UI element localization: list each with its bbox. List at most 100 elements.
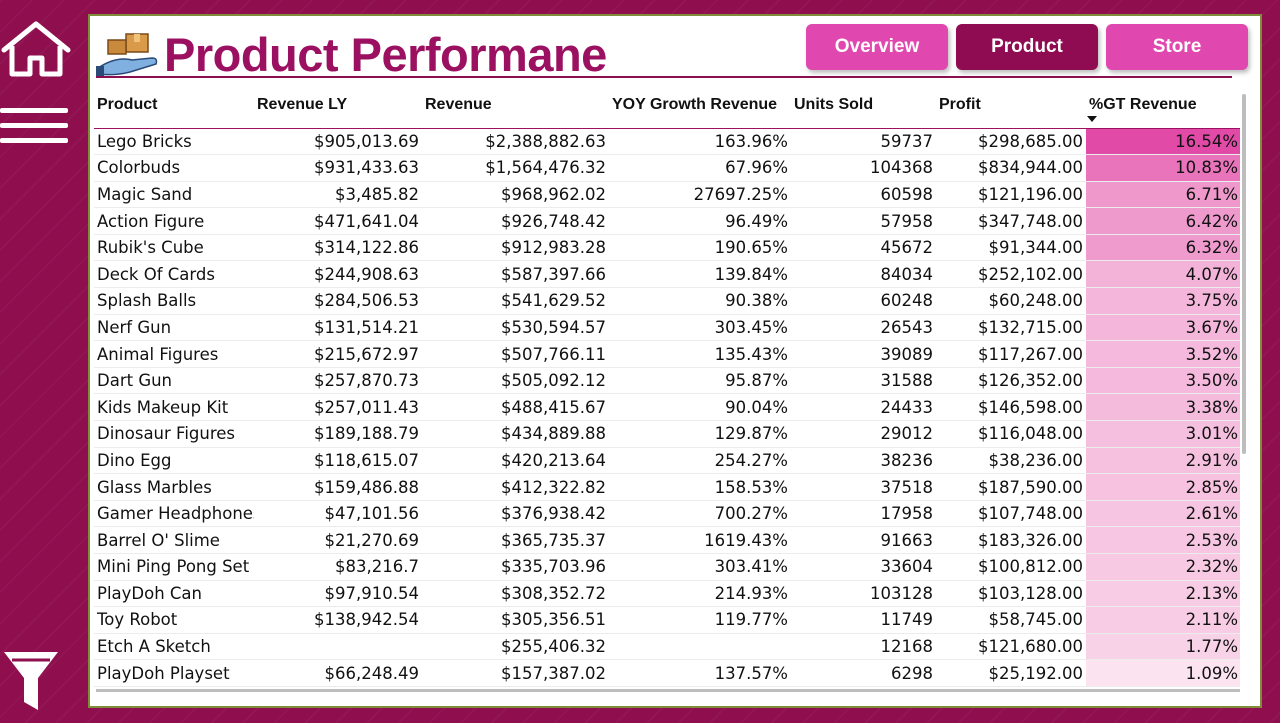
table-row[interactable]: Animal Figures $215,672.97 $507,766.11 135.… — [94, 340, 1240, 368]
cell-product: Splash Balls — [94, 287, 254, 315]
cell-product: Action Figure — [94, 207, 254, 235]
cell-product: Magic Sand — [94, 181, 254, 209]
table-row[interactable]: Rubik's Cube $314,122.86 $912,983.28 190.65… — [94, 234, 1240, 262]
column-header-yoy-growth[interactable]: YOY Growth Revenue — [609, 90, 791, 129]
cell-product: Colorbuds — [94, 154, 254, 182]
cell-product: Dinosaur Figures — [94, 420, 254, 448]
column-header-units-sold[interactable]: Units Sold — [791, 90, 936, 129]
column-header-gt-revenue[interactable]: %GT Revenue — [1086, 90, 1240, 129]
cell-product: PlayDoh Playset — [94, 659, 254, 687]
table-row[interactable]: Magic Sand $3,485.82 $968,962.02 27697.25% 6… — [94, 181, 1240, 209]
hamburger-menu-icon[interactable] — [0, 108, 68, 148]
table-row[interactable]: Action Figure $471,641.04 $926,748.42 96.49… — [94, 207, 1240, 235]
cell-profit: $117,267.00 — [936, 340, 1086, 368]
table-row[interactable]: Mini Ping Pong Set $83,216.7 $335,703.96 30… — [94, 553, 1240, 581]
cell-profit: $100,812.00 — [936, 553, 1086, 581]
cell-yoy-growth: 163.96% — [609, 128, 791, 156]
cell-revenue: $335,703.96 — [422, 553, 609, 581]
cell-gt-revenue: 2.85% — [1086, 473, 1240, 501]
cell-units-sold: 39089 — [791, 340, 936, 368]
cell-gt-revenue: 2.11% — [1086, 606, 1240, 634]
table-row[interactable]: Gamer Headphones $47,101.56 $376,938.42 700… — [94, 500, 1240, 528]
cell-revenue-ly: $118,615.07 — [254, 447, 422, 475]
funnel-filter-icon[interactable] — [2, 648, 60, 712]
cell-units-sold: 31588 — [791, 367, 936, 395]
overview-nav-button[interactable]: Overview — [806, 24, 948, 70]
cell-revenue: $2,388,882.63 — [422, 128, 609, 156]
cell-revenue-ly: $244,908.63 — [254, 260, 422, 289]
product-nav-button[interactable]: Product — [956, 24, 1098, 70]
cell-units-sold: 11749 — [791, 606, 936, 634]
column-header-product[interactable]: Product — [94, 90, 254, 129]
cell-units-sold: 104368 — [791, 154, 936, 182]
cell-product: Gamer Headphones — [94, 500, 254, 528]
cell-yoy-growth: 137.57% — [609, 659, 791, 687]
table-row[interactable]: Kids Makeup Kit $257,011.43 $488,415.67 90.… — [94, 393, 1240, 422]
cell-revenue: $255,406.32 — [422, 633, 609, 661]
cell-revenue: $507,766.11 — [422, 340, 609, 368]
cell-gt-revenue: 10.83% — [1086, 154, 1240, 182]
table-header-row: Product Revenue LY Revenue YOY Growth Re… — [94, 90, 1240, 129]
table-row[interactable]: Splash Balls $284,506.53 $541,629.52 90.38%… — [94, 287, 1240, 315]
cell-revenue: $308,352.72 — [422, 580, 609, 608]
cell-revenue-ly: $257,011.43 — [254, 393, 422, 422]
cell-units-sold: 33604 — [791, 553, 936, 581]
cell-gt-revenue: 6.71% — [1086, 181, 1240, 209]
horizontal-scrollbar[interactable] — [96, 689, 1240, 692]
table-row[interactable]: Barrel O' Slime $21,270.69 $365,735.37 1619… — [94, 526, 1240, 554]
page-navigation: Overview Product Store — [806, 24, 1248, 70]
cell-product: Kids Makeup Kit — [94, 393, 254, 422]
cell-profit: $347,748.00 — [936, 207, 1086, 235]
cell-yoy-growth: 135.43% — [609, 340, 791, 368]
column-header-revenue[interactable]: Revenue — [422, 90, 609, 129]
cell-revenue: $420,213.64 — [422, 447, 609, 475]
cell-units-sold: 17958 — [791, 500, 936, 528]
table-row[interactable]: Glass Marbles $159,486.88 $412,322.82 158.5… — [94, 473, 1240, 501]
vertical-scrollbar[interactable] — [1242, 94, 1246, 454]
table-row[interactable]: Nerf Gun $131,514.21 $530,594.57 303.45% 265… — [94, 314, 1240, 342]
column-header-profit[interactable]: Profit — [936, 90, 1086, 129]
table-row[interactable]: Dart Gun $257,870.73 $505,092.12 95.87% 3158… — [94, 367, 1240, 395]
cell-units-sold: 26543 — [791, 314, 936, 342]
cell-revenue-ly: $66,248.49 — [254, 659, 422, 687]
cell-units-sold: 45672 — [791, 234, 936, 262]
column-header-revenue-ly[interactable]: Revenue LY — [254, 90, 422, 129]
cell-revenue: $157,387.02 — [422, 659, 609, 687]
cell-revenue-ly: $83,216.7 — [254, 553, 422, 581]
table-row[interactable]: Etch A Sketch $255,406.32 12168 $121,680.00… — [94, 633, 1240, 661]
cell-product: Mini Ping Pong Set — [94, 553, 254, 581]
cell-revenue: $926,748.42 — [422, 207, 609, 235]
cell-product: Animal Figures — [94, 340, 254, 368]
table-row[interactable]: Toy Robot $138,942.54 $305,356.51 119.77% 11… — [94, 606, 1240, 634]
cell-product: Nerf Gun — [94, 314, 254, 342]
table-row[interactable]: Deck Of Cards $244,908.63 $587,397.66 139.8… — [94, 260, 1240, 289]
cell-yoy-growth: 214.93% — [609, 580, 791, 608]
cell-gt-revenue: 1.77% — [1086, 633, 1240, 661]
cell-revenue: $434,889.88 — [422, 420, 609, 448]
table-row[interactable]: PlayDoh Can $97,910.54 $308,352.72 214.93% 1… — [94, 580, 1240, 608]
table-row[interactable]: Lego Bricks $905,013.69 $2,388,882.63 163.9… — [94, 128, 1240, 156]
cell-gt-revenue: 3.38% — [1086, 393, 1240, 422]
cell-revenue-ly: $189,188.79 — [254, 420, 422, 448]
table-row[interactable]: Dino Egg $118,615.07 $420,213.64 254.27% 382… — [94, 447, 1240, 475]
cell-units-sold: 6298 — [791, 659, 936, 687]
cell-units-sold: 37518 — [791, 473, 936, 501]
store-nav-button[interactable]: Store — [1106, 24, 1248, 70]
hand-holding-box-icon — [96, 33, 158, 76]
cell-units-sold: 59737 — [791, 128, 936, 156]
cell-yoy-growth: 303.45% — [609, 314, 791, 342]
home-icon[interactable] — [0, 20, 72, 80]
cell-revenue: $305,356.51 — [422, 606, 609, 634]
cell-product: Dino Egg — [94, 447, 254, 475]
cell-revenue: $587,397.66 — [422, 260, 609, 289]
cell-gt-revenue: 6.42% — [1086, 207, 1240, 235]
cell-revenue-ly: $284,506.53 — [254, 287, 422, 315]
cell-yoy-growth: 1619.43% — [609, 526, 791, 554]
table-row[interactable]: PlayDoh Playset $66,248.49 $157,387.02 137.… — [94, 659, 1240, 687]
cell-yoy-growth: 119.77% — [609, 606, 791, 634]
table-row[interactable]: Dinosaur Figures $189,188.79 $434,889.88 12… — [94, 420, 1240, 448]
cell-yoy-growth: 254.27% — [609, 447, 791, 475]
cell-gt-revenue: 3.01% — [1086, 420, 1240, 448]
product-table: Product Revenue LY Revenue YOY Growth Re… — [94, 90, 1244, 696]
table-row[interactable]: Colorbuds $931,433.63 $1,564,476.32 67.96% 1… — [94, 154, 1240, 182]
